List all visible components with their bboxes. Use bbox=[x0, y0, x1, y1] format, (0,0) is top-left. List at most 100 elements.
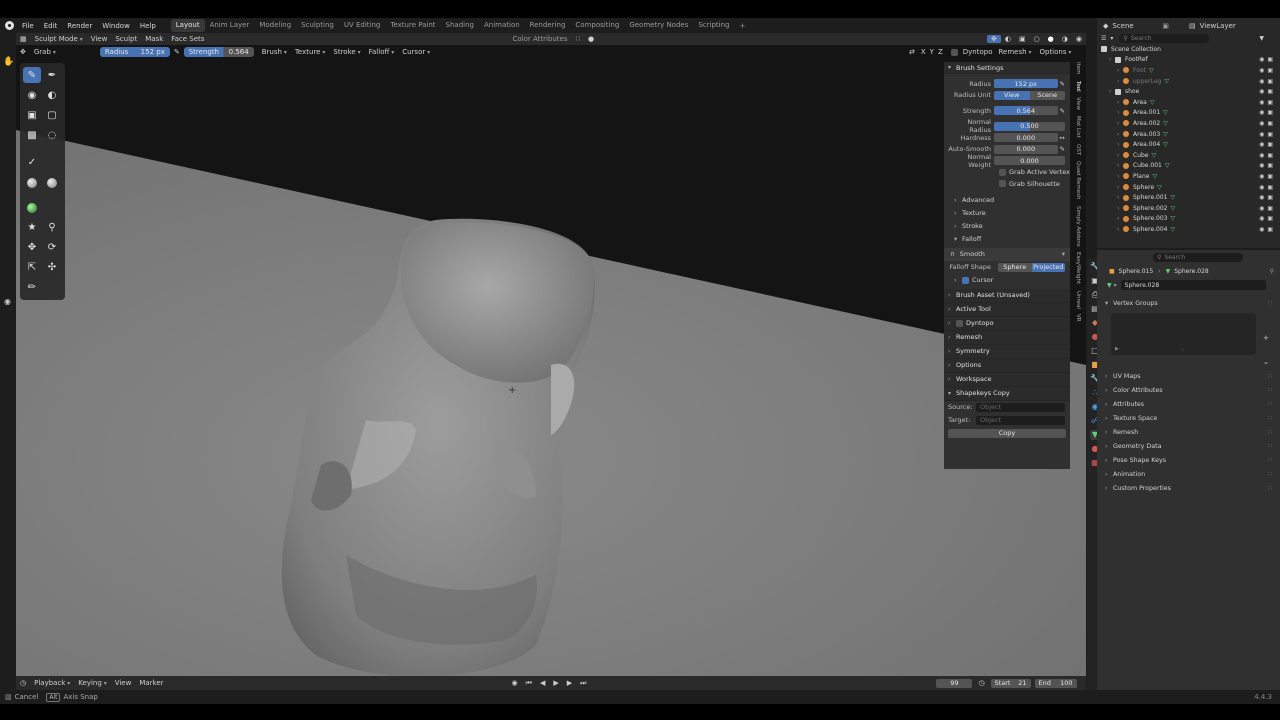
scene-name[interactable]: Scene bbox=[1112, 22, 1162, 30]
stroke-dropdown[interactable]: Stroke bbox=[329, 48, 364, 56]
mesh-data-icon[interactable]: ▽ bbox=[1163, 109, 1168, 116]
pin-icon[interactable]: ⚲ bbox=[1270, 268, 1274, 275]
visibility-toggle-icon[interactable]: ◉▣ bbox=[1259, 120, 1276, 127]
drag-handle-icon[interactable]: ∷ bbox=[1268, 485, 1272, 492]
overlays-icon[interactable]: ◐ bbox=[1001, 35, 1015, 43]
transform-tool-icon[interactable]: ✣ bbox=[43, 260, 61, 276]
brush-draw-tool-icon[interactable]: ✎ bbox=[23, 67, 41, 83]
tab-geometry-nodes[interactable]: Geometry Nodes bbox=[624, 19, 693, 32]
tab-unreal[interactable]: Unreal bbox=[1075, 291, 1081, 309]
outliner-search-input[interactable]: ⚲ Search bbox=[1119, 33, 1210, 43]
preview-range-icon[interactable]: ◷ bbox=[974, 679, 988, 687]
radius-pressure-toggle-icon[interactable]: ✎ bbox=[1060, 80, 1065, 88]
blender-logo-icon[interactable] bbox=[5, 21, 14, 30]
visibility-toggle-icon[interactable]: ◉▣ bbox=[1259, 152, 1276, 159]
tab-item[interactable]: Item bbox=[1075, 62, 1081, 75]
tab-texture-paint[interactable]: Texture Paint bbox=[385, 19, 440, 32]
jump-start-icon[interactable]: ⏮ bbox=[522, 679, 536, 688]
outliner-row[interactable]: › Sphere.001 ▽ ◉▣ bbox=[1097, 192, 1280, 203]
mesh-data-icon[interactable]: ▽ bbox=[1163, 120, 1168, 127]
radius-row-field[interactable]: 152 px bbox=[994, 79, 1058, 89]
menu-file[interactable]: File bbox=[17, 22, 39, 30]
outliner-row[interactable]: › Area.002 ▽ ◉▣ bbox=[1097, 118, 1280, 129]
add-vertex-group-icon[interactable]: + bbox=[1263, 334, 1269, 342]
trim-tool-icon[interactable]: ◌ bbox=[43, 127, 61, 143]
outliner-row[interactable]: › FootRef ◉▣ bbox=[1097, 55, 1280, 66]
visibility-toggle-icon[interactable]: ◉▣ bbox=[1259, 162, 1276, 169]
box-mask-tool-icon[interactable]: ▣ bbox=[23, 107, 41, 123]
menu-face-sets[interactable]: Face Sets bbox=[167, 35, 208, 43]
drag-handle-icon[interactable]: ∷ bbox=[1268, 373, 1272, 380]
mesh-data-icon[interactable]: ▽ bbox=[1152, 152, 1157, 159]
panel-active-tool[interactable]: › Active Tool bbox=[944, 302, 1070, 317]
strength-pressure-toggle-icon[interactable]: ✎ bbox=[1060, 107, 1065, 115]
drag-handle-icon[interactable]: ∷ bbox=[1268, 415, 1272, 422]
menu-render[interactable]: Render bbox=[62, 22, 97, 30]
outliner-row[interactable]: › Foot ▽ ◉▣ bbox=[1097, 65, 1280, 76]
radius-pressure-icon[interactable]: ✎ bbox=[170, 48, 184, 56]
menu-edit[interactable]: Edit bbox=[39, 22, 63, 30]
face-set-tool-icon[interactable]: ▩ bbox=[23, 127, 41, 143]
tab-animation[interactable]: Animation bbox=[479, 19, 525, 32]
properties-search-input[interactable]: ⚲ Search bbox=[1153, 252, 1243, 262]
jump-end-icon[interactable]: ⏭ bbox=[576, 679, 590, 688]
menu-keying[interactable]: Keying bbox=[74, 679, 110, 687]
tab-uv-editing[interactable]: UV Editing bbox=[339, 19, 386, 32]
visibility-toggle-icon[interactable]: ◉▣ bbox=[1259, 141, 1276, 148]
outliner-row[interactable]: › upperLeg ▽ ◉▣ bbox=[1097, 76, 1280, 87]
mesh-data-icon[interactable]: ▽ bbox=[1171, 215, 1176, 222]
visibility-toggle-icon[interactable]: ◉▣ bbox=[1259, 56, 1276, 63]
vertex-groups-list[interactable]: ▶ ∷ bbox=[1111, 313, 1256, 355]
mesh-data-icon[interactable]: ▽ bbox=[1171, 205, 1176, 212]
grab-silhouette-row[interactable]: Grab Silhouette bbox=[944, 178, 1070, 190]
dyntopo-checkbox[interactable] bbox=[950, 48, 958, 56]
outliner-row[interactable]: › Cube.001 ▽ ◉▣ bbox=[1097, 161, 1280, 172]
tab-scripting[interactable]: Scripting bbox=[693, 19, 734, 32]
add-workspace-icon[interactable]: + bbox=[735, 22, 751, 30]
lasso-mask-tool-icon[interactable]: ▢ bbox=[43, 107, 61, 123]
hardness-field[interactable]: 0.000 bbox=[994, 133, 1058, 143]
outliner-row[interactable]: › Area.001 ▽ ◉▣ bbox=[1097, 108, 1280, 119]
cursor-dropdown[interactable]: Cursor bbox=[398, 48, 434, 56]
tab-easyweight[interactable]: EasyWeight bbox=[1075, 252, 1081, 284]
properties-section[interactable]: › Remesh ∷ bbox=[1097, 425, 1280, 439]
properties-section[interactable]: › Color Attributes ∷ bbox=[1097, 383, 1280, 397]
outliner-row[interactable]: › Sphere.002 ▽ ◉▣ bbox=[1097, 203, 1280, 214]
tab-simply-addons[interactable]: Simply Addons bbox=[1075, 206, 1081, 247]
list-expand-icon[interactable]: ▶ bbox=[1115, 346, 1119, 352]
outliner-row[interactable]: › shoe ◉▣ bbox=[1097, 86, 1280, 97]
texture-dropdown[interactable]: Texture bbox=[291, 48, 330, 56]
panel-options[interactable]: › Options bbox=[944, 358, 1070, 373]
scene-collection-row[interactable]: Scene Collection bbox=[1097, 44, 1280, 55]
target-object-field[interactable]: Object bbox=[976, 415, 1065, 425]
auto-key-icon[interactable]: ◉ bbox=[508, 679, 522, 687]
color-attribute-icon[interactable]: ∷ bbox=[572, 35, 584, 43]
mesh-data-icon[interactable]: ▽ bbox=[1163, 141, 1168, 148]
mesh-data-icon[interactable]: ▽ bbox=[1157, 184, 1162, 191]
properties-section[interactable]: › Custom Properties ∷ bbox=[1097, 481, 1280, 495]
annotate-tool-icon[interactable]: ✏ bbox=[23, 280, 41, 296]
list-resize-icon[interactable]: ∷ bbox=[1181, 347, 1184, 353]
drag-handle-icon[interactable]: ∷ bbox=[1268, 443, 1272, 450]
falloff-shape-projected-option[interactable]: Projected bbox=[1031, 262, 1065, 272]
scale-tool-icon[interactable]: ⇱ bbox=[23, 260, 41, 276]
cursor-checkbox[interactable] bbox=[962, 276, 969, 284]
outliner-row[interactable]: › Sphere.004 ▽ ◉▣ bbox=[1097, 224, 1280, 235]
rendered-shading-icon[interactable]: ◉ bbox=[1072, 35, 1086, 43]
source-object-field[interactable]: Object bbox=[976, 402, 1065, 412]
menu-timeline-view[interactable]: View bbox=[111, 679, 136, 687]
tab-rendering[interactable]: Rendering bbox=[525, 19, 571, 32]
drag-handle-icon[interactable]: ∷ bbox=[1268, 401, 1272, 408]
paint-tool-icon[interactable]: ◉ bbox=[23, 87, 41, 103]
mesh-data-icon[interactable]: ▽ bbox=[1163, 131, 1168, 138]
mesh-data-icon[interactable]: ▽ bbox=[1164, 78, 1169, 85]
strength-row-field[interactable]: 0.564 bbox=[994, 106, 1058, 116]
outliner-row[interactable]: › Area ▽ ◉▣ bbox=[1097, 97, 1280, 108]
visibility-toggle-icon[interactable]: ◉▣ bbox=[1259, 205, 1276, 212]
auto-smooth-pressure-icon[interactable]: ✎ bbox=[1060, 145, 1065, 153]
tab-mat-list[interactable]: Mat List bbox=[1075, 116, 1081, 138]
prev-keyframe-icon[interactable]: ◀ bbox=[536, 679, 549, 687]
panel-dyntopo[interactable]: › Dyntopo bbox=[944, 316, 1070, 331]
grab-brush-icon[interactable]: ✥ bbox=[16, 48, 30, 56]
subpanel-stroke[interactable]: › Stroke bbox=[944, 220, 1070, 233]
